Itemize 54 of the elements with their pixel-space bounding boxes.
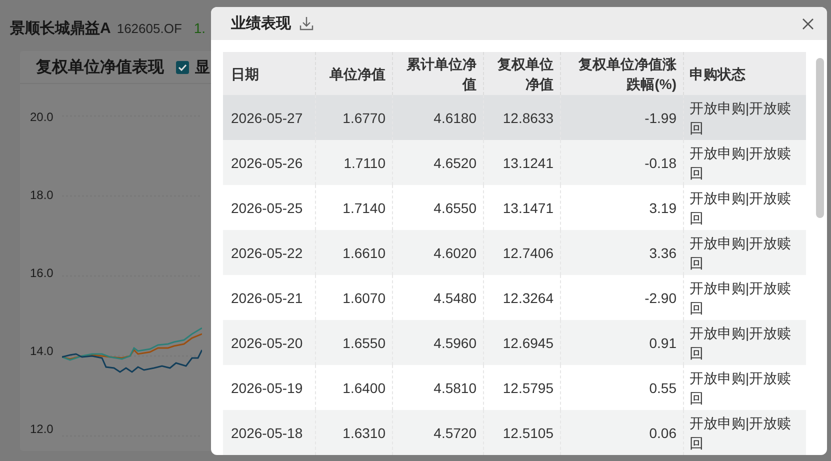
table-cell: 2026-05-18	[223, 410, 315, 455]
table-cell: 1.6550	[315, 320, 392, 365]
table-cell: 3.36	[560, 230, 683, 275]
scrollbar-thumb[interactable]	[816, 58, 824, 218]
table-cell: 开放申购|开放赎回	[683, 185, 806, 230]
table-cell: 1.6610	[315, 230, 392, 275]
column-header: 累计单位净值	[392, 52, 483, 95]
axis-label: 12.0	[30, 422, 54, 436]
table-cell: -0.18	[560, 140, 683, 185]
table-cell: 开放申购|开放赎回	[683, 365, 806, 410]
table-cell: -1.99	[560, 95, 683, 140]
column-header: 复权单位净值涨跌幅(%)	[560, 52, 683, 95]
column-header: 日期	[223, 52, 315, 95]
checkbox-icon[interactable]	[176, 60, 189, 74]
column-header: 复权单位净值	[483, 52, 560, 95]
table-cell: 4.5960	[392, 320, 483, 365]
table-cell: 开放申购|开放赎回	[683, 230, 806, 275]
close-button[interactable]	[801, 16, 815, 30]
nav-value: 1.	[194, 20, 206, 36]
download-icon[interactable]	[299, 16, 314, 31]
fund-code: 162605.OF	[116, 21, 182, 36]
table-cell: 4.6520	[392, 140, 483, 185]
table-cell: 4.6020	[392, 230, 483, 275]
table-cell: 4.5720	[392, 410, 483, 455]
table-cell: 12.5105	[483, 410, 560, 455]
table-cell: 1.7110	[315, 140, 392, 185]
axis-label: 14.0	[30, 344, 54, 358]
table-cell: 4.6180	[392, 95, 483, 140]
table-cell: 12.6945	[483, 320, 560, 365]
table-cell: 13.1241	[483, 140, 560, 185]
table-cell: 1.6770	[315, 95, 392, 140]
table-cell: 2026-05-26	[223, 140, 315, 185]
axis-label: 20.0	[30, 110, 54, 124]
table-cell: 12.8633	[483, 95, 560, 140]
table-cell: 开放申购|开放赎回	[683, 95, 806, 140]
table-cell: 0.06	[560, 410, 683, 455]
table-cell: 2026-05-20	[223, 320, 315, 365]
table-cell: 1.6310	[315, 410, 392, 455]
table-cell: 2026-05-22	[223, 230, 315, 275]
chart-title: 复权单位净值表现	[36, 58, 164, 78]
dialog-title: 业绩表现	[231, 14, 291, 33]
column-header: 单位净值	[315, 52, 392, 95]
fund-name: 景顺长城鼎益A	[10, 19, 111, 38]
column-header: 申购状态	[683, 52, 806, 95]
table-cell: 0.91	[560, 320, 683, 365]
table-cell: 2026-05-27	[223, 95, 315, 140]
axis-label: 18.0	[30, 188, 54, 202]
show-checkbox[interactable]: 显	[176, 58, 210, 76]
table-cell: 开放申购|开放赎回	[683, 140, 806, 185]
table-cell: 开放申购|开放赎回	[683, 410, 806, 455]
axis-label: 16.0	[30, 266, 54, 280]
table-cell: 开放申购|开放赎回	[683, 320, 806, 365]
table-cell: 12.7406	[483, 230, 560, 275]
table-cell: 开放申购|开放赎回	[683, 275, 806, 320]
